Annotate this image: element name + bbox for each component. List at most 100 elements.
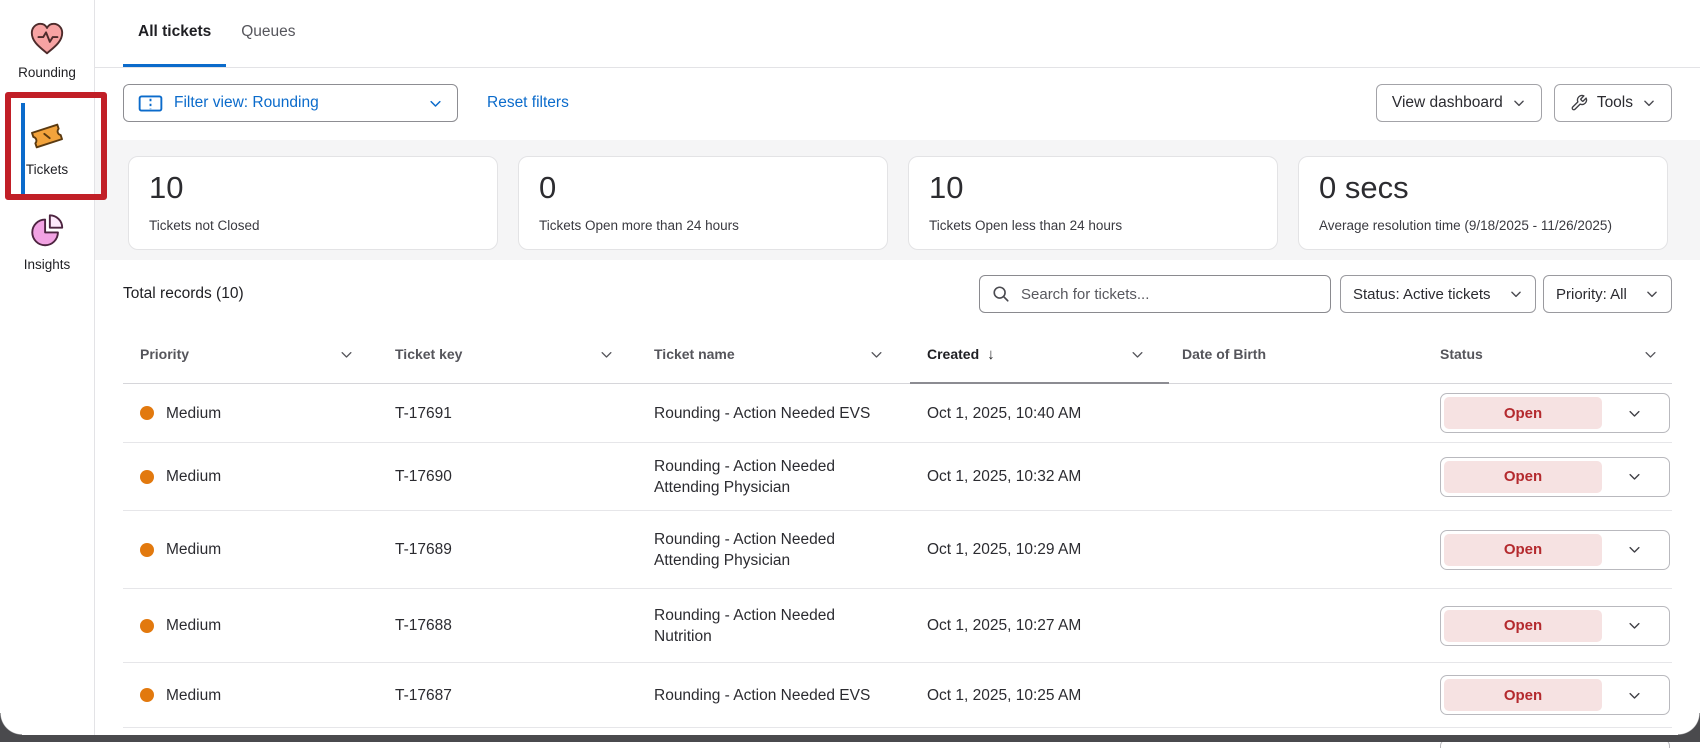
priority-value: Medium (166, 685, 221, 706)
stat-label: Tickets Open more than 24 hours (539, 218, 867, 233)
view-dashboard-label: View dashboard (1392, 94, 1503, 112)
chevron-down-icon[interactable] (1602, 618, 1666, 633)
tab-label: All tickets (138, 23, 211, 41)
chevron-down-icon (1512, 96, 1526, 110)
sidebar-item-label: Tickets (26, 162, 68, 177)
column-header[interactable]: Ticket name (649, 325, 922, 383)
created-value: Oct 1, 2025, 10:40 AM (922, 403, 1177, 424)
stat-value: 0 (539, 169, 867, 207)
status-dropdown[interactable]: Open (1440, 675, 1670, 715)
priority-dot-icon (140, 470, 154, 484)
chevron-down-icon[interactable] (339, 347, 354, 362)
column-header-label: Priority (140, 346, 189, 362)
search-icon (992, 285, 1010, 303)
status-dropdown[interactable]: Open (1440, 393, 1670, 433)
created-value: Oct 1, 2025, 10:27 AM (922, 615, 1177, 636)
chevron-down-icon[interactable] (1602, 469, 1666, 484)
main-content: All tickets Queues Filter view: Rounding… (95, 0, 1700, 742)
ticket-name-value: Rounding - Action Needed Attending Physi… (649, 456, 922, 498)
chevron-down-icon (1509, 287, 1523, 301)
column-header[interactable]: Status (1435, 325, 1672, 383)
status-dropdown[interactable]: Open (1440, 457, 1670, 497)
created-value: Oct 1, 2025, 10:29 AM (922, 539, 1177, 560)
chevron-down-icon[interactable] (1130, 347, 1145, 362)
total-records-label: Total records (10) (123, 275, 244, 313)
table-body: Medium T-17691 Rounding - Action Needed … (123, 384, 1672, 728)
filter-toolbar: Filter view: Rounding Reset filters View… (95, 68, 1700, 140)
ticket-outline-icon (138, 95, 163, 112)
status-dropdown[interactable]: Open (1440, 530, 1670, 570)
ticket-name-value: Rounding - Action Needed Nutrition (649, 605, 922, 647)
tools-button[interactable]: Tools (1554, 84, 1672, 122)
status-filter-dropdown[interactable]: Status: Active tickets (1340, 275, 1536, 313)
column-header[interactable]: Ticket key (390, 325, 649, 383)
ticket-icon (28, 117, 66, 155)
column-header[interactable]: Date of Birth (1177, 325, 1435, 383)
chevron-down-icon (1645, 287, 1659, 301)
table-row[interactable]: Medium T-17687 Rounding - Action Needed … (123, 663, 1672, 728)
tab[interactable]: Queues (226, 0, 310, 67)
ticket-key-value: T-17689 (390, 539, 649, 560)
priority-filter-dropdown[interactable]: Priority: All (1543, 275, 1672, 313)
stats-row: 10 Tickets not Closed 0 Tickets Open mor… (95, 140, 1700, 260)
stat-card: 0 Tickets Open more than 24 hours (518, 156, 888, 250)
status-badge[interactable]: Open (1444, 397, 1602, 429)
chevron-down-icon[interactable] (599, 347, 614, 362)
priority-dot-icon (140, 688, 154, 702)
table-row[interactable]: Medium T-17688 Rounding - Action Needed … (123, 589, 1672, 663)
stat-value: 10 (929, 169, 1257, 207)
column-header[interactable]: Created ↓ (922, 325, 1177, 383)
ticket-key-value: T-17691 (390, 403, 649, 424)
status-badge[interactable]: Open (1444, 461, 1602, 493)
table-row[interactable]: Medium T-17691 Rounding - Action Needed … (123, 384, 1672, 443)
sidebar-item-label: Rounding (18, 65, 76, 80)
toolbar-right: View dashboard Tools (1376, 84, 1672, 122)
status-badge[interactable]: Open (1444, 534, 1602, 566)
sidebar-item[interactable]: Rounding (0, 20, 94, 80)
search-box[interactable] (979, 275, 1331, 313)
chevron-down-icon[interactable] (869, 347, 884, 362)
stat-value: 10 (149, 169, 477, 207)
priority-value: Medium (166, 403, 221, 424)
sort-desc-icon: ↓ (987, 346, 995, 363)
created-value: Oct 1, 2025, 10:32 AM (922, 466, 1177, 487)
ticket-key-value: T-17687 (390, 685, 649, 706)
status-badge[interactable]: Open (1444, 679, 1602, 711)
chevron-down-icon[interactable] (1602, 406, 1666, 421)
search-input[interactable] (1019, 285, 1318, 304)
filter-view-label: Filter view: Rounding (174, 94, 417, 112)
table-row[interactable]: Medium T-17690 Rounding - Action Needed … (123, 443, 1672, 511)
ticket-key-value: T-17690 (390, 466, 649, 487)
column-header-label: Date of Birth (1182, 346, 1266, 362)
tab[interactable]: All tickets (123, 0, 226, 67)
reset-filters-link[interactable]: Reset filters (487, 84, 569, 122)
chevron-down-icon[interactable] (1602, 542, 1666, 557)
pie-chart-icon (28, 212, 66, 250)
chevron-down-icon[interactable] (1643, 347, 1658, 362)
created-value: Oct 1, 2025, 10:25 AM (922, 685, 1177, 706)
window-corner (0, 713, 22, 735)
status-dropdown[interactable]: Open (1440, 606, 1670, 646)
sidebar-item[interactable]: Tickets (0, 117, 94, 177)
status-badge[interactable]: Open (1444, 610, 1602, 642)
sidebar: Rounding Tickets (0, 0, 95, 742)
stat-label: Tickets not Closed (149, 218, 477, 233)
sidebar-item-label: Insights (24, 257, 71, 272)
tab-label: Queues (241, 23, 295, 41)
column-header-label: Ticket name (654, 346, 735, 362)
sidebar-item[interactable]: Insights (0, 212, 94, 272)
chevron-down-icon (428, 96, 443, 111)
view-dashboard-button[interactable]: View dashboard (1376, 84, 1542, 122)
table-row[interactable]: Medium T-17689 Rounding - Action Needed … (123, 511, 1672, 589)
chevron-down-icon[interactable] (1602, 688, 1666, 703)
stat-card: 10 Tickets not Closed (128, 156, 498, 250)
column-header-label: Status (1440, 346, 1483, 362)
heart-pulse-icon (28, 20, 66, 58)
ticket-name-value: Rounding - Action Needed EVS (649, 403, 922, 424)
column-header[interactable]: Priority (123, 325, 390, 383)
stat-label: Average resolution time (9/18/2025 - 11/… (1319, 218, 1647, 233)
priority-dot-icon (140, 406, 154, 420)
table-header: Priority Ticket key Ticket name (123, 325, 1672, 384)
filter-view-dropdown[interactable]: Filter view: Rounding (123, 84, 458, 122)
tools-label: Tools (1597, 94, 1633, 112)
